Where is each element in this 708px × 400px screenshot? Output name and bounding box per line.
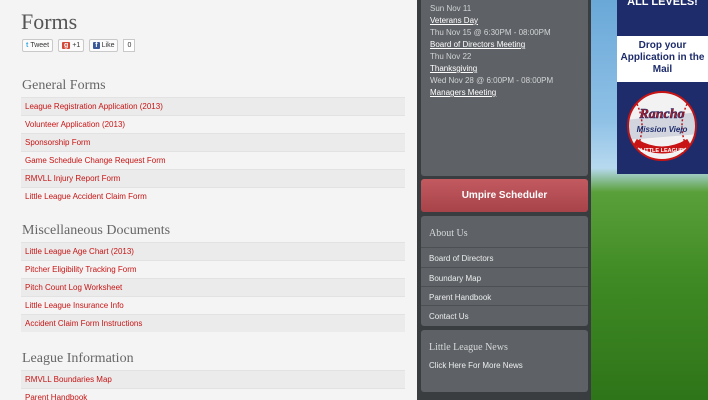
- divider: [421, 305, 588, 306]
- sidebar-item-parent-handbook[interactable]: Parent Handbook: [429, 293, 588, 302]
- facebook-icon: f: [93, 41, 100, 49]
- league-information-list: RMVLL Boundaries Map Parent Handbook: [21, 370, 405, 400]
- news-title: Little League News: [429, 342, 508, 353]
- event-link[interactable]: Veterans Day: [430, 16, 478, 25]
- list-item[interactable]: Sponsorship Form: [21, 133, 405, 151]
- event-link[interactable]: Thanksgiving: [430, 64, 477, 73]
- about-us-panel: About Us Board of Directors Boundary Map…: [421, 216, 588, 326]
- event-date: Sun Nov 11: [430, 4, 472, 13]
- logo-text-mid: Mission Viejo: [637, 125, 688, 134]
- more-news-link[interactable]: Click Here For More News: [429, 361, 588, 370]
- list-item[interactable]: League Registration Application (2013): [21, 97, 405, 115]
- ad-mid-text: Drop your Application in the Mail: [617, 36, 708, 82]
- event-link[interactable]: Managers Meeting: [430, 88, 496, 97]
- league-logo: Rancho Mission Viejo LITTLE LEAGUE: [617, 82, 708, 174]
- news-panel: Little League News Click Here For More N…: [421, 330, 588, 392]
- list-item[interactable]: Game Schedule Change Request Form: [21, 151, 405, 169]
- section-title-general-forms: General Forms: [22, 78, 106, 93]
- page-title: Forms: [21, 9, 78, 34]
- main-content: Forms t Tweet g +1 f Like 0 General Form…: [0, 0, 417, 400]
- event-link[interactable]: Board of Directors Meeting: [430, 40, 525, 49]
- gplus-label: +1: [72, 41, 81, 49]
- list-item[interactable]: Volunteer Application (2013): [21, 115, 405, 133]
- social-share-bar: t Tweet g +1 f Like 0: [22, 38, 136, 52]
- umpire-scheduler-button[interactable]: Umpire Scheduler: [421, 179, 588, 212]
- list-item[interactable]: Accident Claim Form Instructions: [21, 314, 405, 332]
- logo-text-top: Rancho: [638, 107, 684, 122]
- advertisement[interactable]: ALL LEVELS! Drop your Application in the…: [617, 0, 708, 174]
- list-item[interactable]: RMVLL Injury Report Form: [21, 169, 405, 187]
- misc-documents-list: Little League Age Chart (2013) Pitcher E…: [21, 242, 405, 332]
- like-count: 0: [123, 38, 136, 52]
- baseball-logo-icon: Rancho Mission Viejo LITTLE LEAGUE: [617, 82, 708, 174]
- list-item[interactable]: Little League Insurance Info: [21, 296, 405, 314]
- ad-top-text: ALL LEVELS!: [627, 0, 698, 8]
- sidebar-item-board-of-directors[interactable]: Board of Directors: [429, 254, 588, 263]
- divider: [421, 286, 588, 287]
- divider: [421, 267, 588, 268]
- list-item[interactable]: Little League Age Chart (2013): [21, 242, 405, 260]
- about-us-title: About Us: [429, 228, 468, 239]
- google-plus-button[interactable]: g +1: [58, 38, 85, 52]
- google-plus-icon: g: [62, 41, 71, 49]
- list-item[interactable]: Pitcher Eligibility Tracking Form: [21, 260, 405, 278]
- event-date: Thu Nov 15 @ 6:30PM - 08:00PM: [430, 28, 551, 37]
- section-title-misc-documents: Miscellaneous Documents: [22, 223, 171, 238]
- sidebar-item-boundary-map[interactable]: Boundary Map: [429, 274, 588, 283]
- section-title-league-information: League Information: [22, 351, 134, 366]
- tweet-label: Tweet: [30, 41, 50, 49]
- list-item[interactable]: Parent Handbook: [21, 388, 405, 400]
- list-item[interactable]: RMVLL Boundaries Map: [21, 370, 405, 388]
- event-date: Wed Nov 28 @ 6:00PM - 08:00PM: [430, 76, 554, 85]
- twitter-icon: t: [26, 41, 29, 49]
- list-item[interactable]: Pitch Count Log Worksheet: [21, 278, 405, 296]
- sidebar-item-contact-us[interactable]: Contact Us: [429, 312, 588, 321]
- like-label: Like: [101, 41, 115, 49]
- general-forms-list: League Registration Application (2013) V…: [21, 97, 405, 205]
- tweet-button[interactable]: t Tweet: [22, 38, 54, 52]
- list-item[interactable]: Little League Accident Claim Form: [21, 187, 405, 205]
- divider: [421, 247, 588, 248]
- event-date: Thu Nov 22: [430, 52, 472, 61]
- logo-text-bottom: LITTLE LEAGUE: [640, 148, 683, 154]
- facebook-like-button[interactable]: f Like: [89, 38, 119, 52]
- ad-top-banner: ALL LEVELS!: [617, 0, 708, 36]
